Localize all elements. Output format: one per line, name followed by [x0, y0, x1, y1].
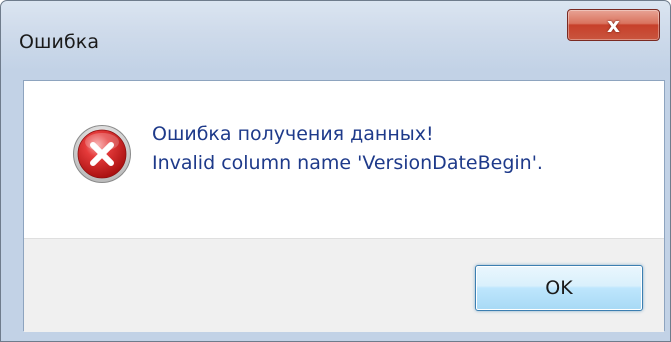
error-dialog-window: Ошибка x Ошибка получения данных! Invali…	[0, 0, 671, 342]
error-message: Ошибка получения данных! Invalid column …	[152, 120, 543, 178]
error-message-line-1: Ошибка получения данных!	[152, 123, 434, 145]
dialog-client-area: Ошибка получения данных! Invalid column …	[23, 80, 665, 332]
message-area: Ошибка получения данных! Invalid column …	[24, 81, 664, 238]
button-bar: OK	[24, 238, 664, 332]
error-message-line-2: Invalid column name 'VersionDateBegin'.	[152, 152, 543, 174]
window-title: Ошибка	[19, 31, 100, 53]
close-button[interactable]: x	[567, 9, 660, 41]
title-bar[interactable]: Ошибка x	[1, 1, 670, 81]
ok-button[interactable]: OK	[475, 265, 643, 311]
close-icon: x	[607, 13, 620, 37]
error-icon	[73, 125, 131, 183]
